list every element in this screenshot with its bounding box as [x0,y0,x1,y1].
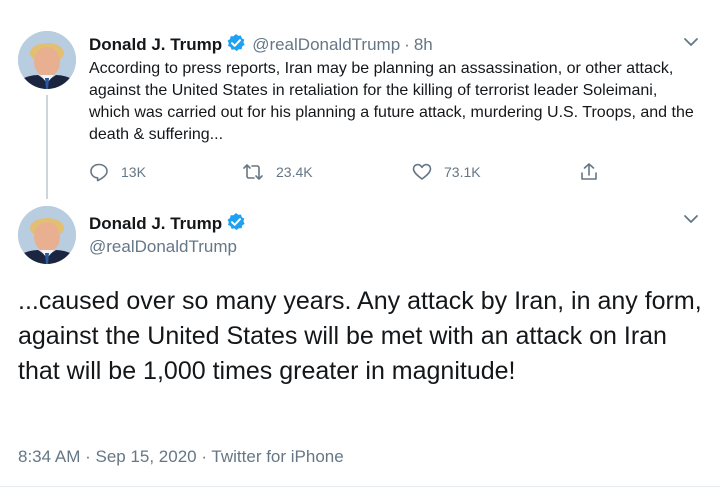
author-name[interactable]: Donald J. Trump [89,35,222,54]
tweet-2-author: Donald J. Trump [89,212,246,235]
tweet-1-text: According to press reports, Iran may be … [89,60,694,143]
retweet-count: 23.4K [276,164,313,180]
author-name[interactable]: Donald J. Trump [89,214,222,233]
share-button[interactable] [579,160,611,184]
separator-dot: · [404,35,410,54]
divider [0,486,720,487]
avatar[interactable] [18,31,76,89]
chevron-down-icon[interactable] [682,35,700,49]
author-handle[interactable]: @realDonaldTrump [252,35,400,54]
like-button[interactable]: 73.1K [412,160,481,184]
avatar[interactable] [18,206,76,264]
chevron-down-icon[interactable] [682,212,700,226]
heart-icon [412,162,444,182]
tweet-1-header: Donald J. Trump @realDonaldTrump · 8h [89,33,433,55]
retweet-button[interactable]: 23.4K [242,160,313,184]
tweet-2-text: ...caused over so many years. Any attack… [18,287,702,385]
reply-count: 13K [121,164,146,180]
reply-icon [89,162,121,182]
verified-badge-icon [226,33,246,53]
tweet-1-actions: 13K 23.4K 73.1K [89,160,609,184]
tweet-2-meta[interactable]: 8:34 AM · Sep 15, 2020 · Twitter for iPh… [18,446,344,468]
like-count: 73.1K [444,164,481,180]
tweet-time[interactable]: 8h [414,35,433,54]
reply-button[interactable]: 13K [89,160,146,184]
verified-badge-icon [226,212,246,232]
author-handle[interactable]: @realDonaldTrump [89,236,237,258]
retweet-icon [242,162,276,182]
thread-connector [46,95,48,199]
share-icon [579,162,611,182]
